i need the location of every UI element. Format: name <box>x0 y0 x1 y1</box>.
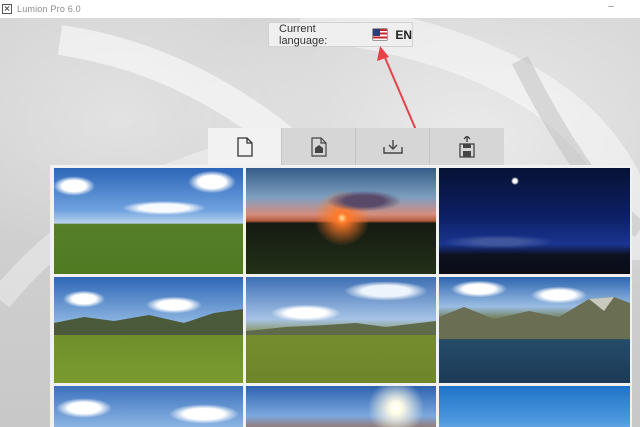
new-file-icon <box>236 136 253 157</box>
save-disk-icon <box>459 135 475 158</box>
load-file-icon <box>310 136 327 157</box>
tab-load-scene[interactable] <box>282 128 356 165</box>
scene-grid <box>54 168 630 427</box>
app-logo-icon <box>2 4 12 14</box>
language-code[interactable]: EN <box>395 28 412 42</box>
minimize-button[interactable]: – <box>604 1 618 12</box>
scene-sunset[interactable] <box>246 168 436 274</box>
scene-sun-desert[interactable] <box>246 386 436 427</box>
tab-save-scene[interactable] <box>430 128 504 165</box>
us-flag-icon[interactable] <box>372 28 389 41</box>
scene-grass-clouds[interactable] <box>54 168 243 274</box>
tab-import-scene[interactable] <box>356 128 430 165</box>
scene-hills-grass[interactable] <box>54 277 243 383</box>
scene-tabs <box>208 128 504 165</box>
tab-new-scene[interactable] <box>208 128 282 165</box>
scene-lake-mountains[interactable] <box>439 277 630 383</box>
scene-blue-sky[interactable] <box>439 386 630 427</box>
scene-night[interactable] <box>439 168 630 274</box>
title-bar: Lumion Pro 6.0 – <box>0 0 640 18</box>
window-title: Lumion Pro 6.0 <box>17 4 81 14</box>
language-selector[interactable]: Current language: EN <box>268 22 413 47</box>
scene-plain-mountains[interactable] <box>246 277 436 383</box>
scene-panel <box>50 165 632 427</box>
current-language-label: Current language: <box>279 22 328 47</box>
scene-clouds-sky[interactable] <box>54 386 243 427</box>
import-tray-icon <box>382 139 403 154</box>
